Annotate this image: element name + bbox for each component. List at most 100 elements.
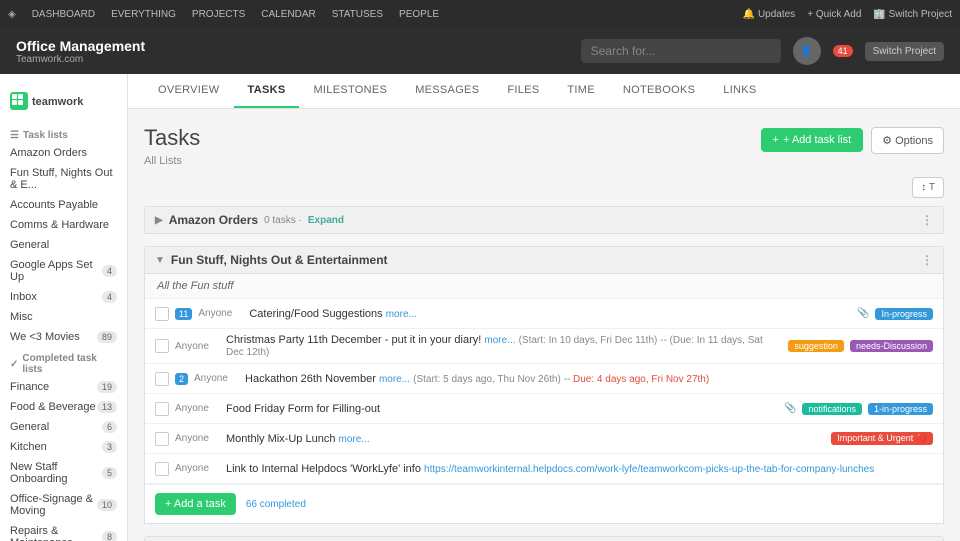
sub-list-label: All the Fun stuff [145, 274, 943, 299]
task-list-options-icon[interactable]: ⋮ [921, 213, 933, 227]
task-tag[interactable]: Important & Urgent 🔴 [831, 432, 933, 445]
task-tag[interactable]: 1-in-progress [868, 403, 933, 415]
task-checkbox[interactable] [155, 339, 169, 353]
add-task-list-button[interactable]: + + Add task list [761, 128, 864, 152]
attach-icon: 📎 [857, 308, 869, 319]
tab-notebooks[interactable]: NOTEBOOKS [609, 74, 709, 108]
nav-projects[interactable]: PROJECTS [192, 9, 245, 20]
sidebar-completed-food--beverage[interactable]: Food & Beverage13 [0, 397, 127, 417]
sidebar-item-we-3-movies[interactable]: We <3 Movies89 [0, 327, 127, 347]
completed-icon: ✓ [10, 359, 18, 370]
task-row: Anyone Monthly Mix-Up Lunch more...Impor… [145, 424, 943, 454]
search-input[interactable] [581, 39, 781, 63]
sidebar-item-badge: 4 [102, 265, 117, 277]
task-tag[interactable]: In-progress [875, 308, 933, 320]
sort-button[interactable]: ↕ T [912, 177, 944, 198]
task-tag[interactable]: needs-Discussion [850, 340, 933, 352]
tab-files[interactable]: FILES [493, 74, 553, 108]
task-list-icon: ☰ [10, 130, 19, 141]
task-list-accounts-payable: ▶ Accounts Payable0 tasks · Expand⋮ [144, 536, 944, 541]
sidebar-completed-new-staff-onboarding[interactable]: New Staff Onboarding5 [0, 457, 127, 489]
nav-everything[interactable]: EVERYTHING [111, 9, 176, 20]
task-more-link[interactable]: more... [386, 309, 417, 320]
quick-add-link[interactable]: + Quick Add [807, 9, 861, 20]
tab-milestones[interactable]: MILESTONES [299, 74, 401, 108]
nav-people[interactable]: PEOPLE [399, 9, 439, 20]
task-assignee[interactable]: Anyone [198, 308, 243, 319]
task-number: 2 [175, 373, 188, 385]
sidebar-item-comms--hardware[interactable]: Comms & Hardware [0, 215, 127, 235]
task-checkbox[interactable] [155, 462, 169, 476]
tab-tasks[interactable]: TASKS [234, 74, 300, 108]
task-more-link[interactable]: more... [484, 335, 515, 346]
tab-links[interactable]: LINKS [709, 74, 770, 108]
sidebar-completed-kitchen[interactable]: Kitchen 3 [0, 437, 127, 457]
header-right: ⋮ [921, 253, 933, 267]
task-list-fun-stuff: ▼ Fun Stuff, Nights Out & Entertainment⋮… [144, 246, 944, 524]
toggle-icon[interactable]: ▼ [155, 255, 165, 266]
task-assignee[interactable]: Anyone [194, 373, 239, 384]
tab-time[interactable]: TIME [553, 74, 608, 108]
switch-project-link[interactable]: 🏢 Switch Project [873, 9, 952, 20]
sidebar-completed-office-signage--moving[interactable]: Office-Signage & Moving10 [0, 489, 127, 521]
updates-link[interactable]: 🔔 Updates [743, 9, 795, 20]
sidebar-completed-repairs--maintenance[interactable]: Repairs & Maintenance8 [0, 521, 127, 541]
sidebar-item-amazon-orders[interactable]: Amazon Orders [0, 143, 127, 163]
sidebar-item-badge: 6 [102, 421, 117, 433]
tab-messages[interactable]: MESSAGES [401, 74, 493, 108]
sidebar-item-label: Kitchen [10, 441, 47, 453]
sidebar-item-label: Repairs & Maintenance [10, 525, 102, 541]
task-list-options-icon[interactable]: ⋮ [921, 253, 933, 267]
sidebar-item-label: General [10, 239, 49, 251]
sidebar-item-badge: 8 [102, 531, 117, 541]
options-button[interactable]: ⚙ Options [871, 127, 944, 154]
task-list-header-accounts-payable: ▶ Accounts Payable0 tasks · Expand⋮ [144, 536, 944, 541]
teamwork-logo-svg: teamwork [10, 90, 90, 112]
task-meta: (Start: 5 days ago, Thu Nov 26th) -- [413, 374, 573, 385]
all-lists-label: All Lists [144, 155, 944, 167]
nav-statuses[interactable]: STATUSES [332, 9, 383, 20]
tab-overview[interactable]: OVERVIEW [144, 74, 234, 108]
expand-link[interactable]: Expand [308, 215, 344, 226]
task-tag[interactable]: suggestion [788, 340, 844, 352]
task-checkbox[interactable] [155, 432, 169, 446]
sidebar-item-badge: 3 [102, 441, 117, 453]
task-assignee[interactable]: Anyone [175, 341, 220, 352]
sidebar-completed-finance[interactable]: Finance19 [0, 377, 127, 397]
task-assignee[interactable]: Anyone [175, 463, 220, 474]
completed-link[interactable]: 66 completed [246, 499, 306, 510]
project-name: Office Management [16, 38, 145, 54]
toggle-icon[interactable]: ▶ [155, 215, 163, 226]
task-more-link[interactable]: more... [379, 374, 410, 385]
sidebar-item-accounts-payable[interactable]: Accounts Payable [0, 195, 127, 215]
switch-project-button[interactable]: Switch Project [865, 42, 944, 61]
sidebar-item-inbox[interactable]: Inbox4 [0, 287, 127, 307]
add-task-button[interactable]: + Add a task [155, 493, 236, 515]
sidebar-completed-general[interactable]: General6 [0, 417, 127, 437]
page-title-row: Tasks + + Add task list ⚙ Options [144, 125, 944, 155]
nav-calendar[interactable]: CALENDAR [261, 9, 315, 20]
task-checkbox[interactable] [155, 372, 169, 386]
sidebar-item-misc[interactable]: Misc [0, 307, 127, 327]
nav-dashboard[interactable]: DASHBOARD [32, 9, 95, 20]
sidebar-item-label: Amazon Orders [10, 147, 87, 159]
sidebar-item-label: Accounts Payable [10, 199, 98, 211]
sidebar-item-badge: 5 [102, 467, 117, 479]
sidebar-item-general[interactable]: General [0, 235, 127, 255]
task-link[interactable]: https://teamworkinternal.helpdocs.com/wo… [424, 464, 874, 475]
sidebar-item-fun-stuff-nights-out--e[interactable]: Fun Stuff, Nights Out & E... [0, 163, 127, 195]
task-more-link[interactable]: more... [339, 434, 370, 445]
content-area: Tasks + + Add task list ⚙ Options All Li… [128, 109, 960, 541]
notification-badge[interactable]: 41 [833, 45, 853, 57]
svg-text:teamwork: teamwork [32, 96, 84, 108]
sidebar-item-google-apps-set-up[interactable]: Google Apps Set Up4 [0, 255, 127, 287]
task-tag[interactable]: notifications [802, 403, 862, 415]
avatar[interactable]: 👤 [793, 37, 821, 65]
sidebar-logo: teamwork [0, 82, 127, 124]
task-lists-container: ▶ Amazon Orders0 tasks · Expand⋮ ▼ Fun S… [144, 206, 944, 541]
task-checkbox[interactable] [155, 402, 169, 416]
task-assignee[interactable]: Anyone [175, 433, 220, 444]
task-assignee[interactable]: Anyone [175, 403, 220, 414]
task-row: Anyone Christmas Party 11th December - p… [145, 329, 943, 364]
task-checkbox[interactable] [155, 307, 169, 321]
